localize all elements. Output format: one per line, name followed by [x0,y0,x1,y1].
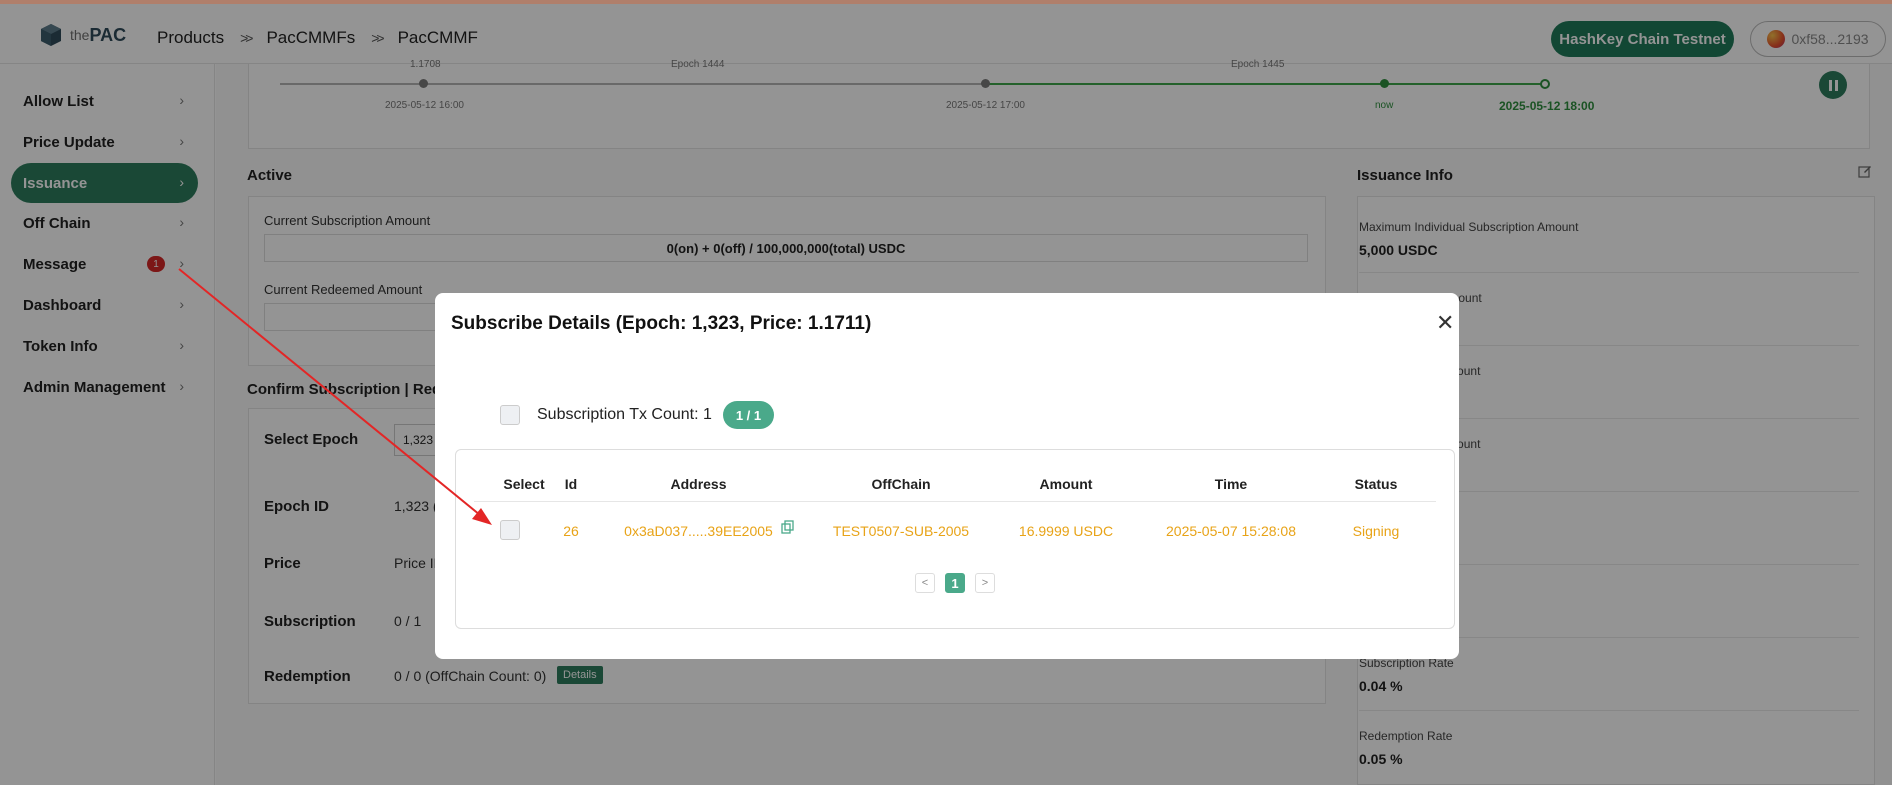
subscription-table: Select Id Address OffChain Amount Time S… [455,449,1455,629]
column-header-status: Status [1354,476,1398,492]
row-id: 26 [563,523,579,539]
row-select-checkbox[interactable] [500,520,520,540]
close-icon[interactable]: ✕ [1436,312,1454,334]
column-header-amount: Amount [1039,476,1093,492]
column-header-offchain: OffChain [871,476,931,492]
tx-count-pill: 1 / 1 [723,401,774,429]
column-header-time: Time [1214,476,1248,492]
row-time: 2025-05-07 15:28:08 [1166,523,1296,539]
select-all-checkbox[interactable] [500,405,520,425]
row-status: Signing [1352,523,1400,539]
pagination-prev[interactable]: < [915,573,935,593]
column-header-select: Select [503,476,545,492]
pagination-page-1[interactable]: 1 [945,573,965,593]
column-header-id: Id [564,476,578,492]
row-amount: 16.9999 USDC [1018,523,1114,539]
tx-count-label: Subscription Tx Count: 1 [537,406,712,423]
column-header-address: Address [670,476,727,492]
table-header-divider [474,501,1436,502]
row-offchain: TEST0507-SUB-2005 [832,523,970,539]
pagination-next[interactable]: > [975,573,995,593]
row-address: 0x3aD037.....39EE2005 [624,523,773,539]
modal-title: Subscribe Details (Epoch: 1,323, Price: … [451,313,872,334]
subscribe-details-modal: Subscribe Details (Epoch: 1,323, Price: … [435,293,1459,659]
copy-icon[interactable] [781,520,795,534]
